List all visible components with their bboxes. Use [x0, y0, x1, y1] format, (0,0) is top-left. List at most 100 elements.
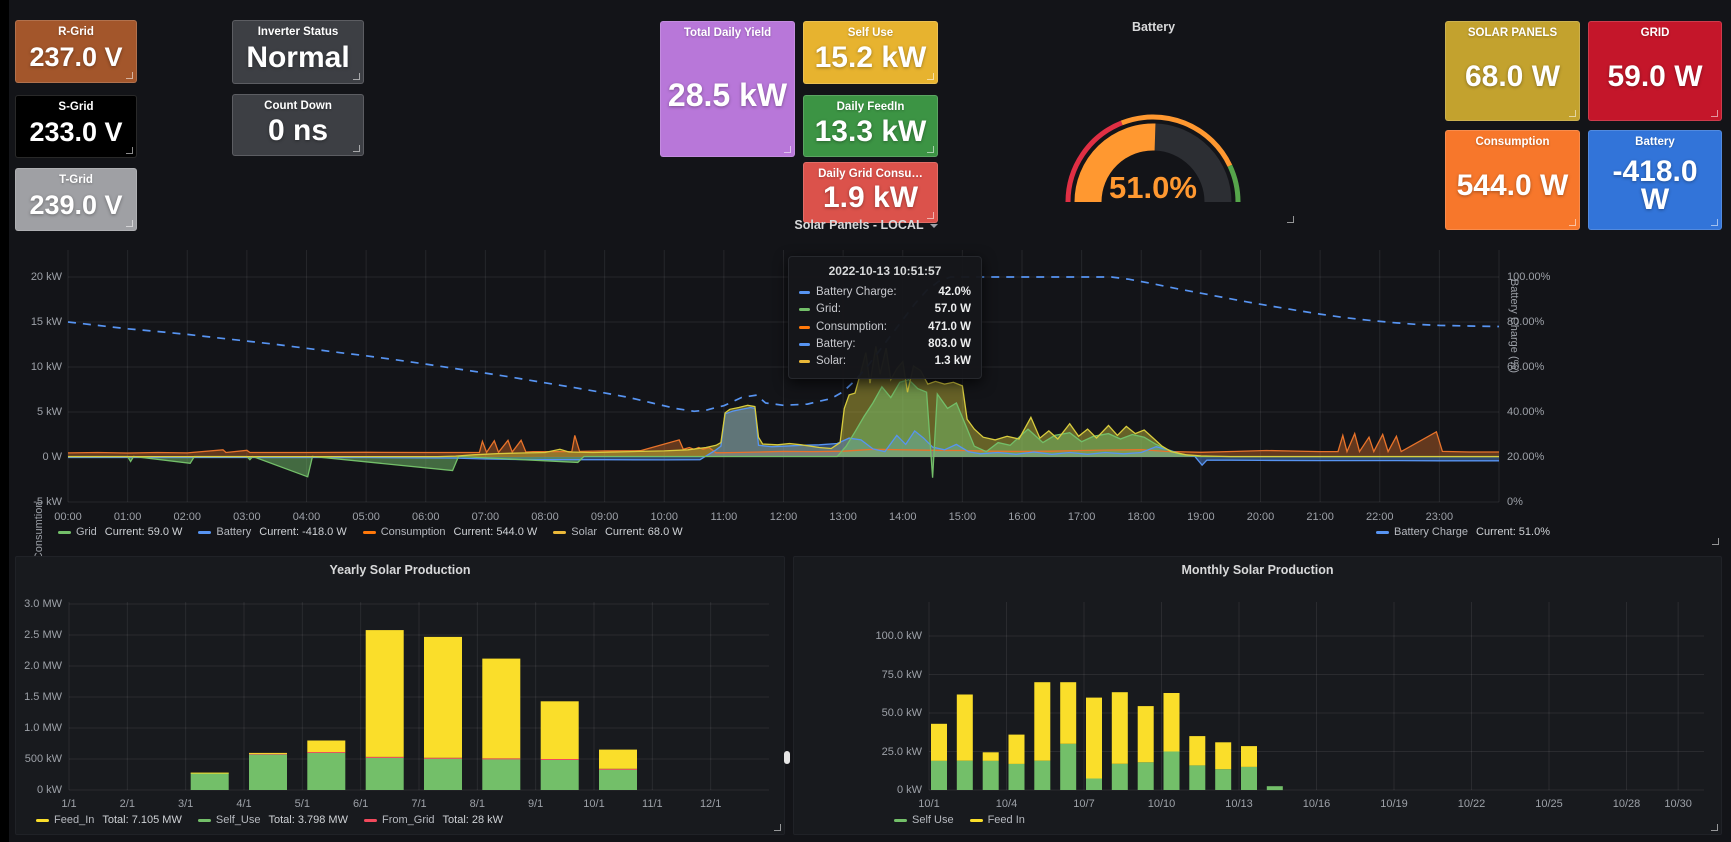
resize-handle[interactable]	[126, 72, 133, 79]
resize-handle[interactable]	[1711, 110, 1718, 117]
monthly-legend: Self Use Feed In	[894, 814, 1025, 826]
resize-handle[interactable]	[353, 73, 360, 80]
series-color-dash	[799, 343, 810, 346]
y-tick-left: 10 kW	[10, 361, 62, 373]
legend-item-from_grid[interactable]: From_Grid Total: 28 kW	[364, 814, 503, 826]
x-tick: 10/19	[1372, 798, 1416, 810]
resize-handle[interactable]	[1569, 110, 1576, 117]
yearly-panel-title[interactable]: Yearly Solar Production	[16, 563, 784, 577]
y-tick-left: 20 kW	[10, 271, 62, 283]
x-tick: 10/10	[1140, 798, 1184, 810]
stat-title: GRID	[1589, 27, 1721, 39]
x-tick: 17:00	[1061, 511, 1103, 523]
stat-panel-count-down[interactable]: Count Down 0 ns	[232, 94, 364, 156]
y-tick: 50.0 kW	[864, 707, 922, 719]
resize-handle[interactable]	[784, 146, 791, 153]
x-tick: 05:00	[345, 511, 387, 523]
y-tick-left: 0 W	[10, 451, 62, 463]
x-tick: 7/1	[397, 798, 441, 810]
resize-handle[interactable]	[353, 145, 360, 152]
stat-value: 237.0 V	[16, 38, 136, 82]
x-tick: 10/16	[1295, 798, 1339, 810]
x-tick: 11:00	[703, 511, 745, 523]
y-tick: 3.0 MW	[16, 598, 62, 610]
series-color-dash	[970, 819, 983, 822]
x-tick: 00:00	[47, 511, 89, 523]
stat-value: Normal	[233, 38, 363, 83]
x-tick: 15:00	[941, 511, 983, 523]
legend-value: Total: 28 kW	[443, 814, 504, 826]
monthly-panel-title[interactable]: Monthly Solar Production	[794, 563, 1721, 577]
x-tick: 16:00	[1001, 511, 1043, 523]
legend-value: Total: 7.105 MW	[102, 814, 181, 826]
x-tick: 2/1	[105, 798, 149, 810]
y-tick-right: 40.00%	[1507, 406, 1559, 418]
tooltip-row: Consumption:471.0 W	[799, 319, 971, 336]
legend-item-consumption[interactable]: ConsumptionCurrent: 544.0 W	[363, 526, 538, 538]
stat-panel-daily-feedin[interactable]: Daily FeedIn 13.3 kW	[803, 95, 938, 157]
resize-handle[interactable]	[774, 824, 781, 831]
y-tick-right: 20.00%	[1507, 451, 1559, 463]
tooltip-label: Solar:	[816, 353, 846, 370]
tooltip-label: Consumption:	[816, 319, 887, 336]
gauge-panel-title[interactable]: Battery	[1010, 20, 1297, 34]
chevron-down-icon[interactable]	[930, 224, 938, 228]
legend-item-feed-in[interactable]: Feed In	[970, 814, 1025, 826]
main-panel-title[interactable]: Solar Panels - LOCAL	[10, 218, 1722, 232]
legend-item-battery-charge[interactable]: Battery ChargeCurrent: 51.0%	[1376, 526, 1550, 538]
tooltip-label: Battery:	[816, 336, 856, 353]
stat-title: Battery	[1589, 136, 1721, 148]
x-tick: 08:00	[524, 511, 566, 523]
y-tick-left: 15 kW	[10, 316, 62, 328]
x-tick: 13:00	[822, 511, 864, 523]
panel-yearly-solar-production: Yearly Solar Production 3.0 MW2.5 MW2.0 …	[15, 556, 785, 835]
tooltip-label: Grid:	[816, 301, 841, 318]
legend-label: Battery	[216, 526, 251, 538]
stat-value: 0 ns	[233, 112, 363, 155]
resize-handle[interactable]	[927, 146, 934, 153]
stat-panel-total-daily-yield[interactable]: Total Daily Yield 28.5 kW	[660, 21, 795, 157]
stat-panel-grid[interactable]: GRID 59.0 W	[1588, 21, 1722, 121]
series-color-dash	[1376, 531, 1389, 534]
y-tick: 500 kW	[16, 753, 62, 765]
stat-panel-self-use[interactable]: Self Use 15.2 kW	[803, 21, 938, 84]
tooltip-row: Grid:57.0 W	[799, 301, 971, 318]
page-left-edge	[0, 0, 9, 842]
stat-panel-s-grid[interactable]: S-Grid 233.0 V	[15, 95, 137, 158]
y-tick: 75.0 kW	[864, 669, 922, 681]
stat-panel-inverter-status[interactable]: Inverter Status Normal	[232, 20, 364, 84]
legend-value: Current: 68.0 W	[605, 526, 683, 538]
stat-panel-solar-panels[interactable]: SOLAR PANELS 68.0 W	[1445, 21, 1580, 121]
stat-panel-r-grid[interactable]: R-Grid 237.0 V	[15, 20, 137, 83]
x-tick: 02:00	[166, 511, 208, 523]
panel-monthly-solar-production: Monthly Solar Production 100.0 kW75.0 kW…	[793, 556, 1722, 835]
legend-item-solar[interactable]: SolarCurrent: 68.0 W	[553, 526, 682, 538]
x-tick: 10/28	[1605, 798, 1649, 810]
x-tick: 22:00	[1359, 511, 1401, 523]
series-color-dash	[799, 308, 810, 311]
legend-item-self_use[interactable]: Self_UseTotal: 3.798 MW	[198, 814, 348, 826]
resize-handle[interactable]	[927, 73, 934, 80]
stat-title: Daily Grid Consu…	[804, 168, 937, 180]
chart-legend-right: Battery ChargeCurrent: 51.0%	[1376, 526, 1550, 538]
legend-item-battery[interactable]: BatteryCurrent: -418.0 W	[198, 526, 346, 538]
legend-label: Battery Charge	[1394, 526, 1468, 538]
resize-handle[interactable]	[1711, 824, 1718, 831]
tooltip-value: 1.3 kW	[935, 353, 971, 370]
x-tick: 09:00	[584, 511, 626, 523]
resize-handle[interactable]	[126, 147, 133, 154]
resize-handle[interactable]	[1712, 538, 1719, 545]
series-color-dash	[198, 819, 211, 822]
legend-label: From_Grid	[382, 814, 435, 826]
stat-value: 28.5 kW	[661, 39, 794, 156]
gauge-value: 51.0%	[1109, 170, 1197, 205]
legend-item-grid[interactable]: GridCurrent: 59.0 W	[58, 526, 182, 538]
tooltip-rows: Battery Charge:42.0%Grid:57.0 WConsumpti…	[799, 284, 971, 370]
legend-item-self-use[interactable]: Self Use	[894, 814, 954, 826]
legend-label: Self_Use	[216, 814, 261, 826]
scrollbar-thumb[interactable]	[784, 751, 790, 764]
legend-item-feed_in[interactable]: Feed_InTotal: 7.105 MW	[36, 814, 182, 826]
x-tick: 5/1	[280, 798, 324, 810]
stat-title: Self Use	[804, 27, 937, 39]
y-tick-left: 5 kW	[10, 406, 62, 418]
